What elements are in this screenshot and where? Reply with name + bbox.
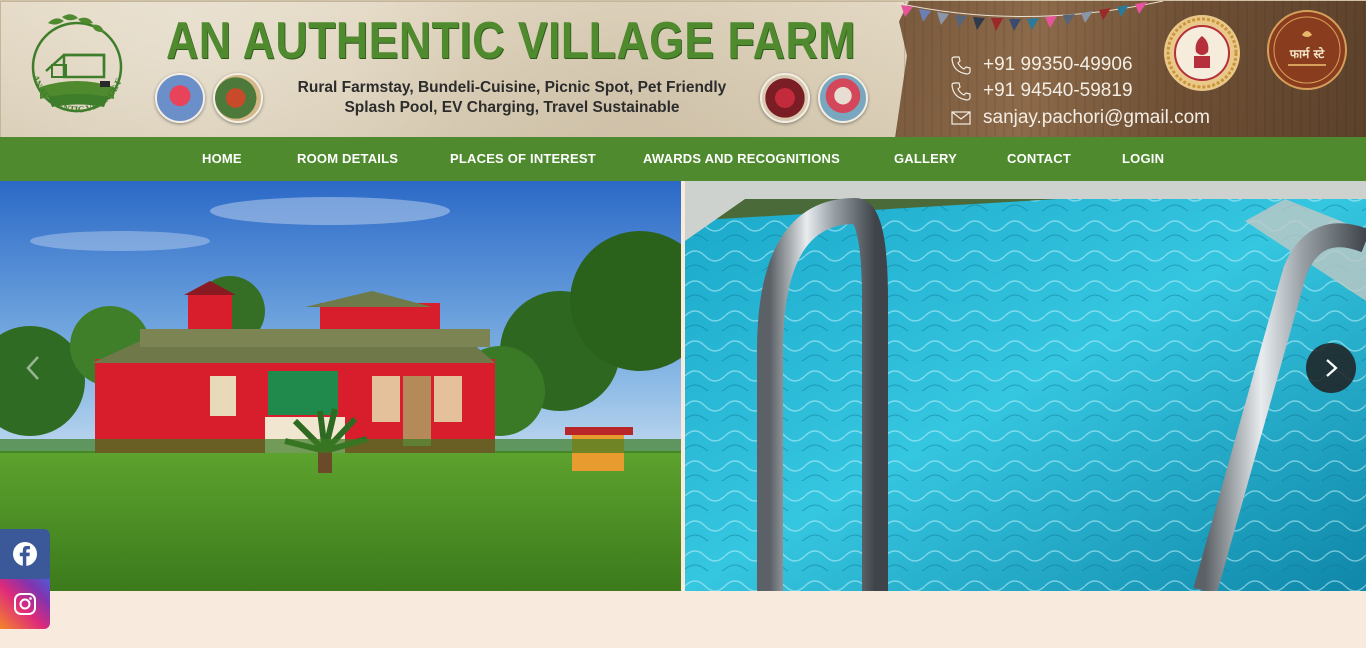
farmhouse-image (0, 181, 681, 591)
facebook-button[interactable] (0, 529, 50, 579)
government-seal-icon (1164, 15, 1240, 91)
thumbnail-artwork (818, 73, 868, 123)
nav-item-places-of-interest[interactable]: PLACES OF INTEREST (450, 137, 596, 181)
instagram-icon (14, 593, 36, 615)
thumbnail-cooking (213, 73, 263, 123)
tagline-line-1: Rural Farmstay, Bundeli-Cuisine, Picnic … (297, 79, 727, 96)
pool-image (685, 181, 1366, 591)
thumbnail-shrine (155, 73, 205, 123)
phone-icon (951, 56, 971, 75)
instagram-button[interactable] (0, 579, 50, 629)
thumbnail-dancers (760, 73, 810, 123)
slider-prev-button[interactable] (22, 353, 46, 383)
site-tagline: Rural Farmstay, Bundeli-Cuisine, Picnic … (272, 78, 752, 118)
nav-item-room-details[interactable]: ROOM DETAILS (297, 137, 398, 181)
chevron-right-icon (1326, 359, 1338, 377)
slide-pool (685, 181, 1366, 591)
phone-number-2[interactable]: +91 94540-59819 (983, 80, 1133, 102)
tagline-line-2: Splash Pool, EV Charging, Travel Sustain… (344, 99, 680, 116)
nav-item-gallery[interactable]: GALLERY (894, 137, 957, 181)
farm-logo[interactable]: AN AUTHENTIC VILLAGE FARM (18, 9, 136, 131)
nav-item-contact[interactable]: CONTACT (1007, 137, 1071, 181)
main-navigation: HOME ROOM DETAILS PLACES OF INTEREST AWA… (0, 137, 1366, 181)
email-icon (951, 111, 971, 125)
bunting-decoration (896, 1, 1164, 31)
slider-next-button[interactable] (1306, 343, 1356, 393)
slide-farmhouse (0, 181, 681, 591)
hero-slider (0, 181, 1366, 591)
facebook-icon (13, 542, 37, 566)
site-header-banner: AN AUTHENTIC VILLAGE FARM AN AUTHENTIC V… (0, 0, 1366, 137)
site-title: AN AUTHENTIC VILLAGE FARM (166, 12, 856, 70)
chevron-left-icon (26, 356, 39, 380)
email-address[interactable]: sanjay.pachori@gmail.com (983, 107, 1210, 129)
contact-phone-1[interactable]: +91 99350-49906 (951, 54, 1133, 76)
nav-item-login[interactable]: LOGIN (1122, 137, 1164, 181)
svg-text:फार्म स्टे: फार्म स्टे (1289, 47, 1325, 61)
contact-email[interactable]: sanjay.pachori@gmail.com (951, 107, 1210, 129)
farm-stay-seal-icon: फार्म स्टे (1267, 10, 1347, 90)
contact-phone-2[interactable]: +91 94540-59819 (951, 80, 1133, 102)
nav-item-awards-and-recognitions[interactable]: AWARDS AND RECOGNITIONS (643, 137, 840, 181)
phone-icon (951, 82, 971, 101)
nav-item-home[interactable]: HOME (202, 137, 242, 181)
phone-number-1[interactable]: +91 99350-49906 (983, 54, 1133, 76)
